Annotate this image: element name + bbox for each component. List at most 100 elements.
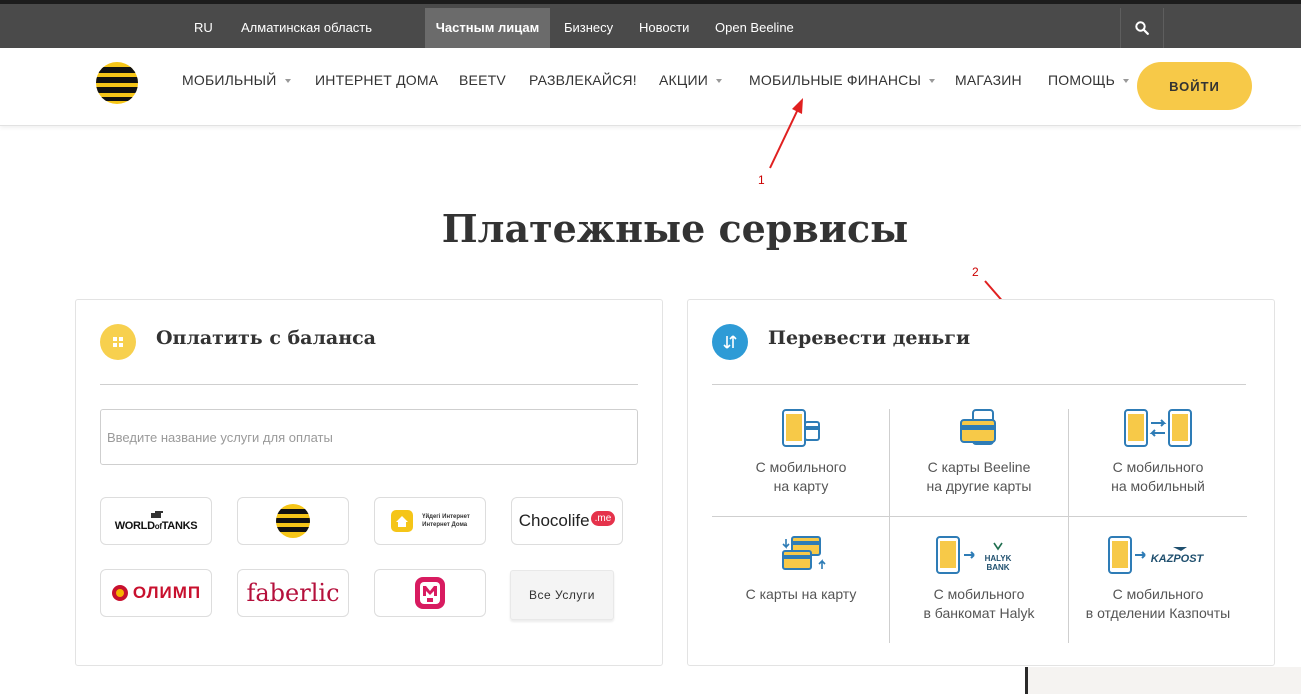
- nav-beetv[interactable]: BEETV: [459, 72, 506, 88]
- search-button[interactable]: [1121, 8, 1163, 52]
- annotation-2: 2: [972, 265, 979, 279]
- olimp-logo: ОЛИМП: [101, 570, 211, 616]
- service-search-input[interactable]: [100, 409, 638, 465]
- beeline-logo: [238, 498, 348, 544]
- pay-from-balance-card: Оплатить с баланса WORLDofTANKS Үйдегі: [75, 299, 663, 666]
- nav-help[interactable]: ПОМОЩЬ: [1048, 72, 1130, 88]
- tab-open-beeline[interactable]: Open Beeline: [715, 8, 794, 52]
- partner-olimp[interactable]: ОЛИМП: [100, 569, 212, 617]
- main-nav: МОБИЛЬНЫЙ ИНТЕРНЕТ ДОМА BEETV РАЗВЛЕКАЙС…: [0, 48, 1301, 126]
- card-to-card-icon: [782, 536, 826, 570]
- nav-shop[interactable]: МАГАЗИН: [955, 72, 1022, 88]
- faberlic-logo: faberlic: [238, 570, 348, 616]
- tab-business[interactable]: Бизнесу: [564, 8, 613, 52]
- transfer-mobile-to-card[interactable]: С мобильного на карту: [712, 408, 890, 515]
- label-line: С мобильного: [933, 586, 1025, 602]
- nav-mobile-label: МОБИЛЬНЫЙ: [182, 72, 277, 88]
- home-internet-line1: Үйдегі Интернет: [422, 514, 470, 520]
- transfer-beeline-card-label: С карты Beeline на другие карты: [890, 458, 1068, 496]
- label-line: С мобильного: [1112, 586, 1204, 602]
- faberlic-text: faberlic: [246, 579, 340, 607]
- pay-card-title: Оплатить с баланса: [156, 327, 376, 349]
- label-line: на другие карты: [926, 478, 1032, 494]
- chocolife-text: Chocolife: [518, 511, 590, 530]
- partner-mu[interactable]: [374, 569, 486, 617]
- transfer-mobile-to-halyk-atm[interactable]: HALYK BANK С мобильного в банкомат Halyk: [890, 535, 1068, 642]
- phone-card-icon: [782, 409, 820, 447]
- chocolife-logo: Chocolife .me: [512, 498, 622, 544]
- nav-mobile-finance[interactable]: МОБИЛЬНЫЕ ФИНАНСЫ: [749, 72, 936, 88]
- phone-kazpost-icon: KAZPOST: [1108, 536, 1205, 574]
- transfer-kazpost-label: С мобильного в отделении Казпочты: [1069, 585, 1247, 623]
- nav-home-internet[interactable]: ИНТЕРНЕТ ДОМА: [315, 72, 438, 88]
- divider: [712, 384, 1246, 385]
- partner-chocolife[interactable]: Chocolife .me: [511, 497, 623, 545]
- svg-text:KAZPOST: KAZPOST: [1151, 553, 1205, 565]
- transfer-card-to-card[interactable]: С карты на карту: [712, 535, 890, 642]
- mu-logo: [375, 570, 485, 616]
- partner-world-of-tanks[interactable]: WORLDofTANKS: [100, 497, 212, 545]
- tab-private-persons[interactable]: Частным лицам: [425, 8, 550, 52]
- nav-promotions-label: АКЦИИ: [659, 72, 708, 88]
- label-line: С мобильного: [755, 459, 847, 475]
- label-line: С мобильного: [1112, 459, 1204, 475]
- language-selector[interactable]: RU: [194, 8, 213, 52]
- divider: [1163, 8, 1164, 52]
- top-bar: RU Алматинская область Частным лицам Биз…: [0, 0, 1301, 52]
- transfer-halyk-label: С мобильного в банкомат Halyk: [890, 585, 1068, 623]
- chevron-down-icon: [1123, 79, 1130, 84]
- home-internet-logo: Үйдегі Интернет Интернет Дома: [375, 498, 485, 544]
- world-of-tanks-logo: WORLDofTANKS: [101, 498, 211, 544]
- partner-home-internet[interactable]: Үйдегі Интернет Интернет Дома: [374, 497, 486, 545]
- chevron-down-icon: [284, 79, 291, 84]
- home-internet-line2: Интернет Дома: [422, 522, 468, 528]
- transfer-arrows-icon: [712, 324, 748, 360]
- label-line: С карты на карту: [745, 586, 857, 602]
- label-line: на карту: [773, 478, 829, 494]
- wot-text-3: TANKS: [161, 519, 198, 532]
- svg-text:HALYK: HALYK: [985, 554, 1012, 563]
- login-button[interactable]: ВОЙТИ: [1137, 62, 1252, 110]
- transfer-mobile-to-mobile[interactable]: С мобильного на мобильный: [1069, 408, 1247, 515]
- page-title: Платежные сервисы: [441, 206, 909, 251]
- nav-entertainment[interactable]: РАЗВЛЕКАЙСЯ!: [529, 72, 637, 88]
- label-line: в банкомат Halyk: [923, 605, 1035, 621]
- tab-news[interactable]: Новости: [639, 8, 689, 52]
- olimp-text: ОЛИМП: [132, 583, 202, 602]
- house-icon: [391, 510, 414, 532]
- divider: [712, 516, 1247, 517]
- partner-beeline[interactable]: [237, 497, 349, 545]
- wot-text-1: WORLD: [114, 519, 155, 532]
- chevron-down-icon: [929, 79, 936, 84]
- nav-promotions: АКЦИИ: [659, 72, 722, 88]
- nav-mobile[interactable]: МОБИЛЬНЫЙ: [182, 72, 291, 88]
- search-icon: [1135, 21, 1149, 35]
- grid-icon: [100, 324, 136, 360]
- chevron-down-icon: [715, 79, 722, 84]
- label-line: С карты Beeline: [927, 459, 1031, 475]
- cards-icon: [960, 409, 996, 445]
- label-line: в отделении Казпочты: [1085, 605, 1231, 621]
- nav-mobile-finance-label: МОБИЛЬНЫЕ ФИНАНСЫ: [749, 72, 922, 88]
- label-line: на мобильный: [1111, 478, 1205, 494]
- annotation-1: 1: [758, 173, 765, 187]
- wot-text-2: of: [154, 521, 162, 531]
- transfer-beeline-card-to-cards[interactable]: С карты Beeline на другие карты: [890, 408, 1068, 515]
- divider: [100, 384, 638, 385]
- transfer-money-card: Перевести деньги С мобильного на карту С …: [687, 299, 1275, 666]
- phone-halyk-icon: HALYK BANK: [936, 536, 1012, 574]
- partner-faberlic[interactable]: faberlic: [237, 569, 349, 617]
- svg-text:BANK: BANK: [986, 563, 1009, 572]
- chocolife-suffix: .me: [590, 510, 616, 526]
- transfer-mobile-at-kazpost[interactable]: KAZPOST С мобильного в отделении Казпочты: [1069, 535, 1247, 642]
- all-services-button[interactable]: Все Услуги: [510, 570, 614, 620]
- transfer-mobile-to-card-label: С мобильного на карту: [712, 458, 890, 496]
- transfer-card-to-card-label: С карты на карту: [712, 585, 890, 604]
- overlay-panel-edge: [1025, 667, 1301, 694]
- nav-help-label: ПОМОЩЬ: [1048, 72, 1116, 88]
- transfer-card-title: Перевести деньги: [768, 327, 971, 349]
- beeline-logo[interactable]: [96, 62, 138, 104]
- phone-to-phone-icon: [1124, 409, 1192, 447]
- transfer-mobile-to-mobile-label: С мобильного на мобильный: [1069, 458, 1247, 496]
- region-selector[interactable]: Алматинская область: [241, 8, 372, 52]
